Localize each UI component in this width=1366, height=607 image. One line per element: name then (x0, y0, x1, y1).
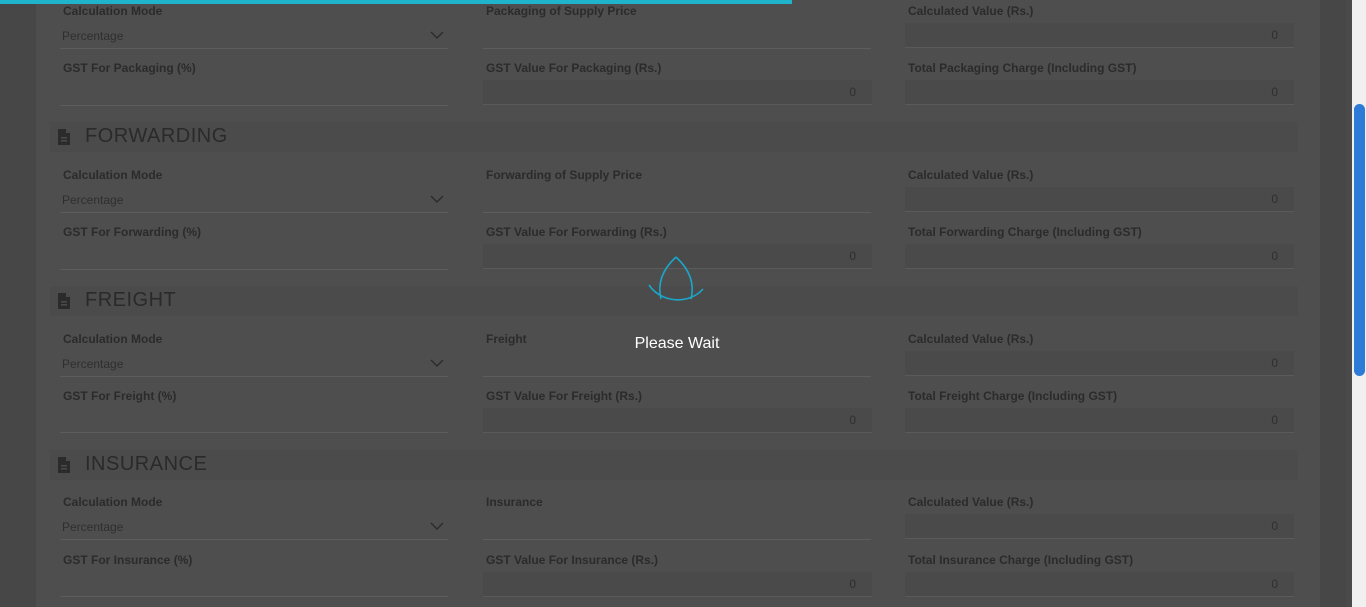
total-label: Total Insurance Charge (Including GST) (908, 553, 1134, 567)
total-label: Total Freight Charge (Including GST) (908, 389, 1118, 403)
scrollbar-thumb[interactable] (1354, 104, 1365, 376)
calc-mode-label: Calculation Mode (63, 168, 163, 182)
left-gutter (0, 0, 36, 607)
forwarding-gst-input[interactable] (60, 245, 448, 270)
section-header-forwarding: FORWARDING (50, 122, 1298, 152)
freight-total-field: 0 (905, 408, 1294, 433)
insurance-gst-value-field: 0 (483, 572, 872, 597)
insurance-calc-mode-select[interactable]: Percentage (60, 515, 448, 540)
total-label: Total Packaging Charge (Including GST) (908, 61, 1137, 75)
packaging-calc-mode-select[interactable]: Percentage (60, 24, 448, 49)
field-value: 0 (1271, 192, 1278, 206)
document-icon (58, 293, 70, 309)
gst-label: GST For Freight (%) (63, 389, 177, 403)
calc-value-label: Calculated Value (Rs.) (908, 495, 1034, 509)
supply-price-label: Insurance (486, 495, 543, 509)
gst-value-label: GST Value For Packaging (Rs.) (486, 61, 662, 75)
spinner-icon (648, 256, 704, 301)
section-title: FREIGHT (85, 289, 177, 311)
freight-supply-price-input[interactable] (483, 352, 871, 377)
freight-calc-mode-select[interactable]: Percentage (60, 352, 448, 377)
section-title: INSURANCE (85, 453, 208, 475)
freight-calc-value-field: 0 (905, 351, 1294, 376)
field-value: 0 (1271, 249, 1278, 263)
packaging-calc-value-field: 0 (905, 23, 1294, 48)
section-title: FORWARDING (85, 125, 228, 147)
forwarding-supply-price-input[interactable] (483, 188, 871, 213)
total-label: Total Forwarding Charge (Including GST) (908, 225, 1142, 239)
forwarding-calc-mode-select[interactable]: Percentage (60, 188, 448, 213)
supply-price-label: Forwarding of Supply Price (486, 168, 643, 182)
field-value: 0 (1271, 519, 1278, 533)
calc-value-label: Calculated Value (Rs.) (908, 332, 1034, 346)
field-value: 0 (849, 577, 856, 591)
calc-value-label: Calculated Value (Rs.) (908, 4, 1034, 18)
calc-mode-label: Calculation Mode (63, 495, 163, 509)
field-value: 0 (1271, 577, 1278, 591)
insurance-gst-input[interactable] (60, 572, 448, 597)
chevron-down-icon (430, 522, 444, 530)
calc-mode-label: Calculation Mode (63, 4, 163, 18)
forwarding-total-field: 0 (905, 244, 1294, 269)
packaging-gst-value-field: 0 (483, 80, 872, 105)
insurance-supply-price-input[interactable] (483, 515, 871, 540)
right-gutter (1320, 0, 1346, 607)
field-value: 0 (1271, 85, 1278, 99)
gst-value-label: GST Value For Freight (Rs.) (486, 389, 643, 403)
supply-price-label: Freight (486, 332, 527, 346)
gst-value-label: GST Value For Forwarding (Rs.) (486, 225, 667, 239)
chevron-down-icon (430, 31, 444, 39)
loading-message: Please Wait (634, 335, 720, 352)
gst-value-label: GST Value For Insurance (Rs.) (486, 553, 659, 567)
packaging-total-field: 0 (905, 80, 1294, 105)
gst-label: GST For Packaging (%) (63, 61, 196, 75)
forwarding-calc-value-field: 0 (905, 187, 1294, 212)
calc-mode-label: Calculation Mode (63, 332, 163, 346)
top-progress-bar (0, 0, 792, 4)
document-icon (58, 129, 70, 145)
select-value: Percentage (62, 520, 124, 534)
select-value: Percentage (62, 29, 124, 43)
packaging-supply-price-input[interactable] (483, 24, 871, 49)
freight-gst-input[interactable] (60, 408, 448, 433)
field-value: 0 (1271, 413, 1278, 427)
field-value: 0 (849, 413, 856, 427)
select-value: Percentage (62, 193, 124, 207)
select-value: Percentage (62, 357, 124, 371)
gst-label: GST For Forwarding (%) (63, 225, 201, 239)
chevron-down-icon (430, 359, 444, 367)
supply-price-label: Packaging of Supply Price (486, 4, 637, 18)
field-value: 0 (1271, 28, 1278, 42)
field-value: 0 (849, 85, 856, 99)
gst-label: GST For Insurance (%) (63, 553, 193, 567)
section-header-insurance: INSURANCE (50, 450, 1298, 480)
field-value: 0 (849, 249, 856, 263)
packaging-gst-input[interactable] (60, 81, 448, 106)
insurance-total-field: 0 (905, 572, 1294, 597)
document-icon (58, 457, 70, 473)
insurance-calc-value-field: 0 (905, 514, 1294, 539)
calc-value-label: Calculated Value (Rs.) (908, 168, 1034, 182)
chevron-down-icon (430, 195, 444, 203)
freight-gst-value-field: 0 (483, 408, 872, 433)
field-value: 0 (1271, 356, 1278, 370)
